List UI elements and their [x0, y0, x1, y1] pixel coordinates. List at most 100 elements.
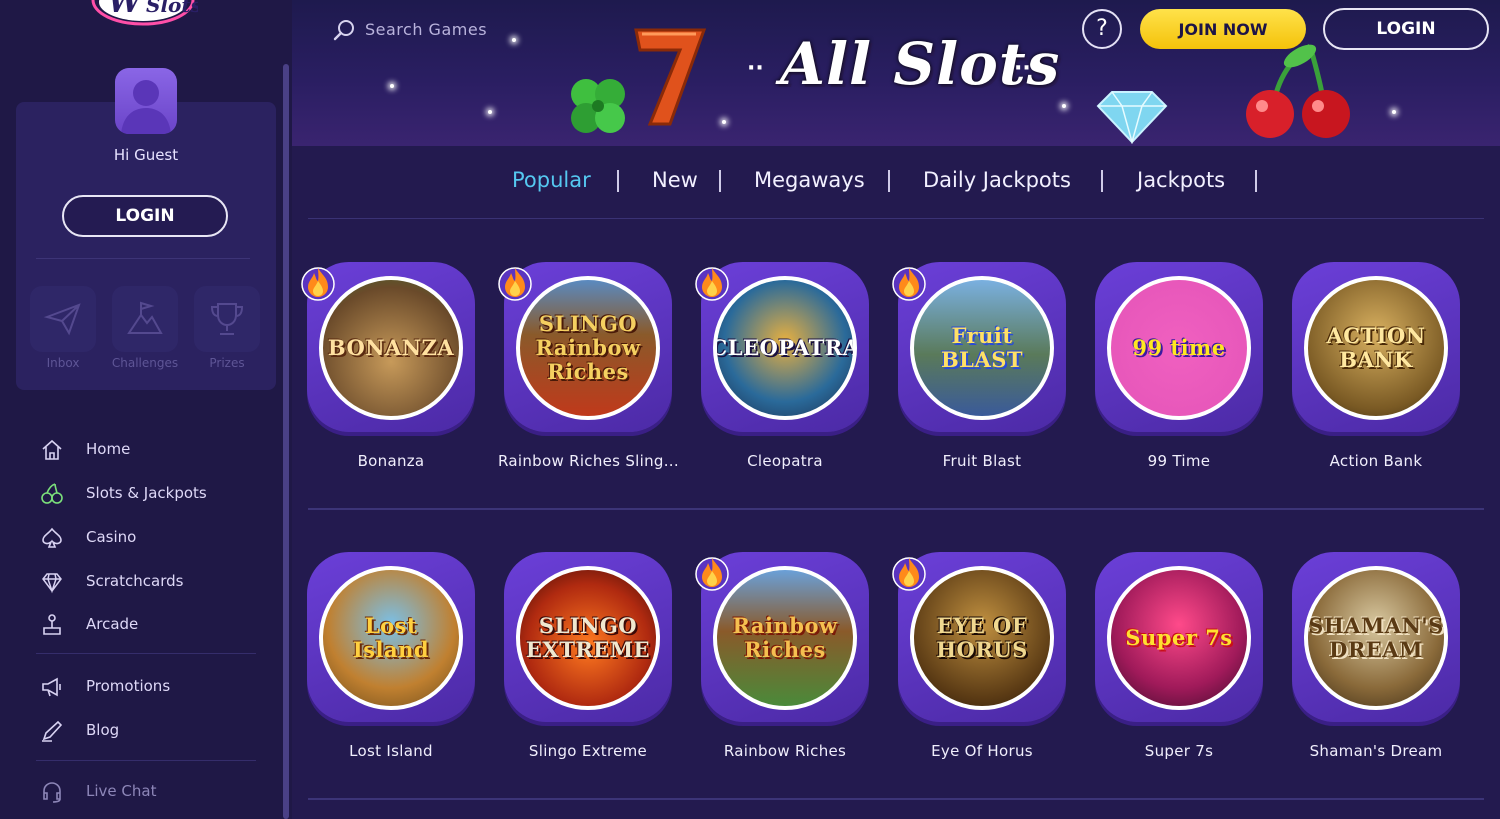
tab-jackpots[interactable]: Jackpots: [1137, 168, 1225, 192]
game-title: Shaman's Dream: [1309, 742, 1443, 760]
game-thumbnail[interactable]: Lost Island: [319, 566, 463, 710]
title-dots-right: ··: [1014, 56, 1031, 81]
clover-icon: [571, 79, 625, 133]
join-now-button[interactable]: JOIN NOW: [1140, 9, 1306, 49]
sparkle: [390, 84, 394, 88]
cherries-decoration-icon: [1246, 43, 1350, 138]
search-bar[interactable]: Search Games: [332, 16, 552, 46]
user-silhouette-icon: [121, 80, 171, 134]
game-card-eye-of-horus[interactable]: EYE OF HORUS Eye Of Horus: [892, 552, 1072, 762]
game-logo-text: 99 time: [1132, 335, 1226, 360]
quick-link-label-challenges: Challenges: [111, 356, 179, 370]
quick-link-challenges[interactable]: [112, 286, 178, 352]
tab-daily-jackpots[interactable]: Daily Jackpots: [923, 168, 1071, 192]
nav-label: Casino: [86, 528, 137, 546]
game-card-lost-island[interactable]: Lost Island Lost Island: [301, 552, 481, 762]
game-card-action-bank[interactable]: ACTION BANK Action Bank: [1286, 262, 1466, 472]
game-thumbnail[interactable]: Fruit BLAST: [910, 276, 1054, 420]
game-thumbnail[interactable]: ACTION BANK: [1304, 276, 1448, 420]
game-logo-text: Fruit BLAST: [940, 323, 1024, 372]
nav-item-scratchcards[interactable]: Scratchcards: [40, 567, 280, 597]
game-thumbnail[interactable]: CLEOPATRA: [713, 276, 857, 420]
nav-item-slots-jackpots[interactable]: Slots & Jackpots: [40, 479, 280, 509]
game-thumbnail[interactable]: Rainbow Riches: [713, 566, 857, 710]
category-tabs: Popular New Megaways Daily Jackpots Jack…: [292, 146, 1500, 219]
nav-item-live-chat[interactable]: Live Chat: [40, 777, 280, 807]
game-card-cleopatra[interactable]: CLEOPATRA Cleopatra: [695, 262, 875, 472]
hot-flame-icon: [498, 267, 532, 301]
game-card-rainbow-riches[interactable]: Rainbow Riches Rainbow Riches: [695, 552, 875, 762]
nav-label: Arcade: [86, 615, 139, 633]
nav-label: Blog: [86, 721, 120, 739]
tab-separator: [888, 170, 890, 192]
quick-link-prizes[interactable]: [194, 286, 260, 352]
game-thumbnail[interactable]: Super 7s: [1107, 566, 1251, 710]
quick-link-inbox[interactable]: [30, 286, 96, 352]
game-thumbnail[interactable]: 99 time: [1107, 276, 1251, 420]
game-logo-text: ACTION BANK: [1326, 323, 1426, 372]
hot-flame-icon: [695, 267, 729, 301]
sparkle: [722, 120, 726, 124]
game-card-bonanza[interactable]: BONANZA Bonanza: [301, 262, 481, 472]
sparkle: [1062, 104, 1066, 108]
nav-label: Promotions: [86, 677, 171, 695]
diamond-gem-icon: [1096, 91, 1168, 144]
game-title: Eye Of Horus: [931, 742, 1033, 760]
nav-item-casino[interactable]: Casino: [40, 523, 280, 553]
nav-label: Live Chat: [86, 782, 157, 800]
game-card-super-7s[interactable]: Super 7s Super 7s: [1089, 552, 1269, 762]
nav-label: Slots & Jackpots: [86, 484, 207, 502]
cherries-icon: [41, 483, 63, 504]
game-title: Bonanza: [357, 452, 425, 470]
logo-text: Slots: [146, 0, 198, 17]
joystick-icon: [43, 614, 61, 635]
search-placeholder: Search Games: [365, 20, 488, 39]
tab-megaways[interactable]: Megaways: [754, 168, 865, 192]
game-card-rainbow-riches-slingo[interactable]: SLINGO Rainbow Riches Rainbow Riches Slin…: [498, 262, 679, 472]
nav-item-home[interactable]: Home: [40, 435, 280, 465]
nav-item-arcade[interactable]: Arcade: [40, 610, 280, 640]
search-icon: [333, 20, 354, 41]
game-logo-text: SHAMAN'S DREAM: [1308, 613, 1444, 662]
game-logo-text: Super 7s: [1125, 625, 1233, 650]
row-divider: [308, 798, 1484, 800]
sparkle: [1392, 110, 1396, 114]
sidebar-scrollbar[interactable]: [283, 64, 289, 819]
game-title: Lost Island: [349, 742, 433, 760]
quick-link-label-prizes: Prizes: [209, 356, 245, 370]
tabs-divider: [308, 218, 1484, 219]
game-title: 99 Time: [1147, 452, 1211, 470]
title-dots-left: ··: [747, 56, 764, 81]
tab-separator: [1101, 170, 1103, 192]
site-logo[interactable]: Slots W: [88, 0, 198, 28]
help-button[interactable]: ?: [1082, 9, 1122, 49]
game-thumbnail[interactable]: SLINGO EXTREME: [516, 566, 660, 710]
game-thumbnail[interactable]: EYE OF HORUS: [910, 566, 1054, 710]
game-card-shamans-dream[interactable]: SHAMAN'S DREAM Shaman's Dream: [1286, 552, 1466, 762]
game-card-slingo-extreme[interactable]: SLINGO EXTREME Slingo Extreme: [498, 552, 678, 762]
game-title: Rainbow Riches: [723, 742, 847, 760]
sparkle: [488, 110, 492, 114]
nav-item-blog[interactable]: Blog: [40, 716, 280, 746]
tab-popular[interactable]: Popular: [512, 168, 591, 192]
svg-text:W: W: [108, 0, 145, 20]
game-thumbnail[interactable]: SLINGO Rainbow Riches: [516, 276, 660, 420]
paper-plane-icon: [43, 303, 81, 336]
game-thumbnail[interactable]: SHAMAN'S DREAM: [1304, 566, 1448, 710]
game-logo-text: Rainbow Riches: [732, 613, 838, 662]
nav-item-promotions[interactable]: Promotions: [40, 672, 280, 702]
hot-flame-icon: [892, 557, 926, 591]
mountain-flag-icon: [127, 301, 163, 334]
avatar: [115, 68, 177, 134]
game-card-fruit-blast[interactable]: Fruit BLAST Fruit Blast: [892, 262, 1072, 472]
hot-flame-icon: [892, 267, 926, 301]
row-divider: [308, 508, 1484, 510]
game-card-99-time[interactable]: 99 time 99 Time: [1089, 262, 1269, 472]
game-title: Slingo Extreme: [528, 742, 648, 760]
diamond-icon: [42, 573, 62, 594]
header-login-button[interactable]: LOGIN: [1323, 8, 1489, 50]
sidebar-login-button[interactable]: LOGIN: [62, 195, 228, 237]
tab-new[interactable]: New: [652, 168, 698, 192]
trophy-icon: [210, 303, 244, 335]
game-thumbnail[interactable]: BONANZA: [319, 276, 463, 420]
